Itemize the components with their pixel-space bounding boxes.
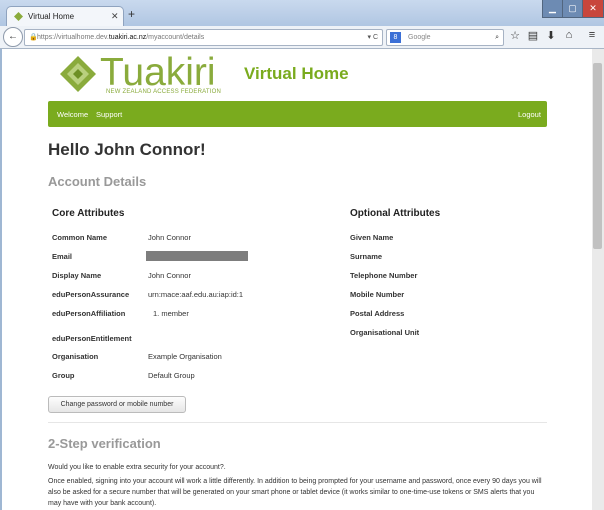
minimize-button[interactable]: ▁ — [542, 0, 563, 18]
opt-label-surname: Surname — [350, 252, 383, 261]
maximize-button[interactable]: ▢ — [562, 0, 583, 18]
opt-label-postal: Postal Address — [350, 309, 405, 318]
window-titlebar: Virtual Home ✕ + ▁ ▢ ✕ — [0, 0, 604, 27]
attr-value-affiliation: 1. member — [153, 309, 189, 318]
opt-label-mobile: Mobile Number — [350, 290, 405, 299]
attr-value-group: Default Group — [148, 371, 195, 380]
email-redaction — [146, 251, 248, 261]
attr-label-group: Group — [52, 371, 75, 380]
two-step-intro: Would you like to enable extra security … — [48, 464, 226, 471]
greeting-heading: Hello John Connor! — [48, 140, 206, 159]
attr-value-display-name: John Connor — [148, 271, 191, 280]
main-navigation: Welcome Support Logout — [48, 101, 547, 127]
new-tab-button[interactable]: + — [128, 7, 135, 21]
url-text: https://virtualhome.dev.tuakiri.ac.nz/my… — [37, 34, 205, 41]
bookmark-star-icon[interactable]: ☆ — [507, 29, 523, 42]
nav-welcome[interactable]: Welcome — [57, 110, 88, 119]
search-placeholder: Google — [408, 34, 431, 41]
section-divider — [48, 422, 547, 423]
tuakiri-logo-icon — [60, 56, 96, 92]
tab-title: Virtual Home — [28, 12, 75, 21]
attr-value-assurance: urn:mace:aaf.edu.au:iap:id:1 — [148, 290, 244, 299]
attr-label-assurance: eduPersonAssurance — [52, 290, 130, 299]
scrollbar-thumb[interactable] — [593, 63, 602, 249]
attr-value-organisation: Example Organisation — [148, 352, 222, 361]
search-icon[interactable]: ⌕ — [495, 30, 499, 45]
brand-tagline: NEW ZEALAND ACCESS FEDERATION — [106, 89, 222, 95]
account-details-heading: Account Details — [48, 174, 147, 189]
back-arrow-icon[interactable]: ← — [3, 27, 23, 47]
opt-label-org-unit: Organisational Unit — [350, 328, 420, 337]
change-password-button[interactable]: Change password or mobile number — [48, 396, 186, 413]
two-step-body: Once enabled, signing into your account … — [48, 478, 542, 507]
google-icon: 8 — [390, 32, 401, 43]
attr-value-common-name: John Connor — [148, 233, 191, 242]
attr-label-display-name: Display Name — [52, 271, 102, 280]
opt-label-telephone: Telephone Number — [350, 271, 418, 280]
close-window-button[interactable]: ✕ — [582, 0, 604, 18]
attr-label-organisation: Organisation — [52, 352, 99, 361]
attr-label-common-name: Common Name — [52, 233, 108, 242]
page-viewport: Tuakiri NEW ZEALAND ACCESS FEDERATION Vi… — [2, 49, 592, 510]
bookmarks-list-icon[interactable]: ▤ — [525, 29, 541, 42]
attr-label-email: Email — [52, 252, 73, 261]
app-title: Virtual Home — [244, 64, 349, 83]
address-bar[interactable]: 🔒 https://virtualhome.dev.tuakiri.ac.nz/… — [24, 29, 383, 46]
close-tab-icon[interactable]: ✕ — [111, 11, 119, 22]
reload-icon[interactable]: ▾ C — [367, 30, 378, 45]
search-bar[interactable]: 8 Google ⌕ — [386, 29, 504, 46]
tuakiri-favicon-icon — [14, 12, 23, 21]
attr-label-entitlement: eduPersonEntitlement — [52, 334, 132, 343]
core-attributes-heading: Core Attributes — [52, 208, 125, 219]
page-scrollbar[interactable] — [592, 49, 604, 510]
browser-navbar: ← 🔒 https://virtualhome.dev.tuakiri.ac.n… — [0, 26, 604, 49]
browser-tab[interactable]: Virtual Home ✕ — [6, 6, 124, 27]
nav-logout[interactable]: Logout — [518, 110, 541, 119]
menu-icon[interactable]: ≡ — [584, 29, 600, 41]
attr-label-affiliation: eduPersonAffiliation — [52, 309, 126, 318]
home-icon[interactable]: ⌂ — [561, 29, 577, 41]
downloads-icon[interactable]: ⬇ — [543, 29, 559, 42]
optional-attributes-heading: Optional Attributes — [350, 208, 441, 219]
two-step-heading: 2-Step verification — [48, 436, 161, 451]
nav-support[interactable]: Support — [96, 110, 122, 119]
opt-label-given-name: Given Name — [350, 233, 394, 242]
